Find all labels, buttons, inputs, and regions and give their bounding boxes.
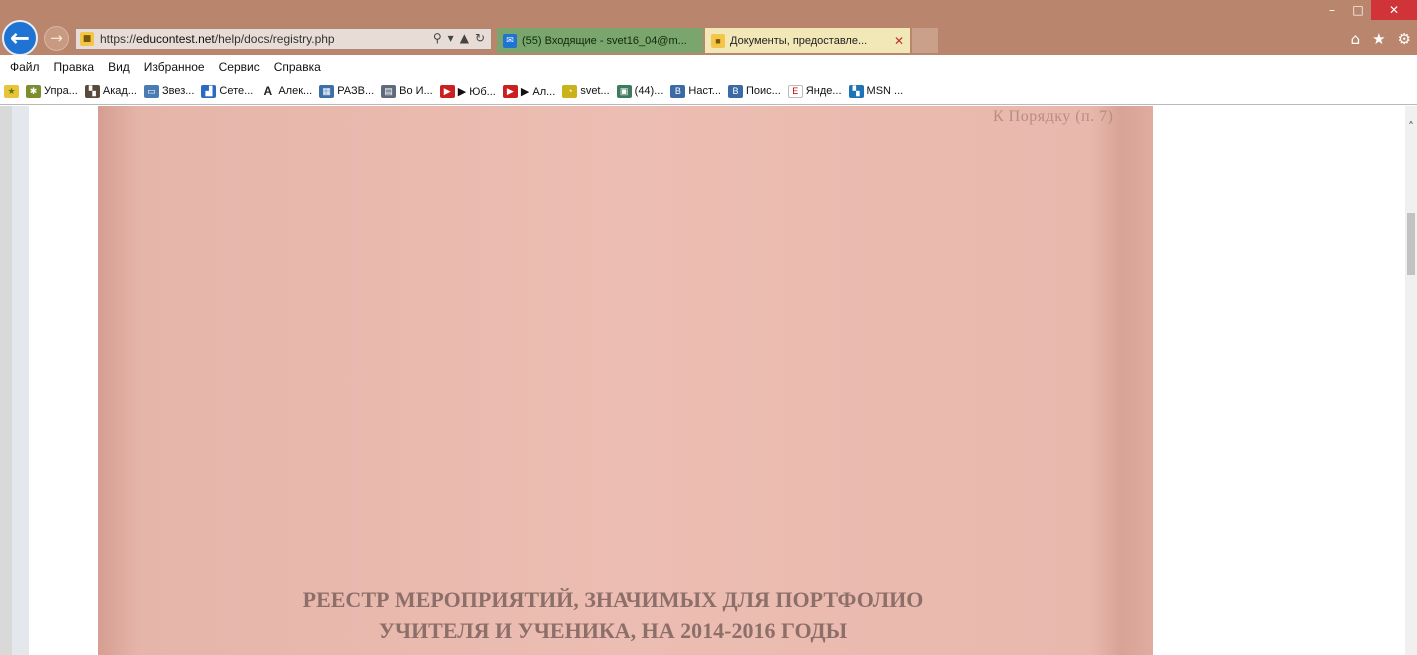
dropdown-icon[interactable]: ▾ (448, 31, 454, 45)
vk-icon: B (727, 84, 743, 98)
favorite-icon: ▟ (201, 84, 217, 98)
scanned-document-image: К Порядку (п. 7) РЕЕСТР МЕРОПРИЯТИЙ, ЗНА… (98, 106, 1153, 655)
favorite-link[interactable]: ▤ Во И... (381, 84, 433, 98)
menu-item-help[interactable]: Справка (274, 60, 321, 74)
favorite-link[interactable]: ▚ MSN ... (848, 84, 903, 98)
favorite-link[interactable]: B Наст... (670, 84, 721, 98)
back-arrow-icon[interactable]: ← (2, 20, 38, 56)
mail-tab-icon: ✉ (503, 33, 517, 48)
menu-bar: Файл Правка Вид Избранное Сервис Справка (0, 55, 1417, 78)
favorite-link[interactable]: A Алек... (260, 84, 312, 98)
forward-arrow-icon[interactable]: → (44, 26, 69, 51)
favorite-link[interactable]: E Янде... (787, 84, 842, 98)
favorite-link[interactable]: ▭ Звез... (143, 84, 194, 98)
tab-mail[interactable]: ✉ (55) Входящие - svet16_04@m... (497, 28, 703, 53)
vk-icon: B (670, 84, 686, 98)
favorite-icon: ▤ (381, 84, 397, 98)
msn-icon: ▚ (848, 84, 864, 98)
favorite-link[interactable]: ▟ Сете... (201, 84, 253, 98)
favorite-link[interactable]: ▶ ▶ Ал... (502, 84, 555, 98)
settings-gear-icon[interactable]: ⚙ (1398, 30, 1411, 48)
document-title-line-1: РЕЕСТР МЕРОПРИЯТИЙ, ЗНАЧИМЫХ ДЛЯ ПОРТФОЛ… (302, 587, 924, 612)
vertical-scrollbar[interactable]: ˄ (1405, 106, 1417, 655)
close-tab-icon[interactable]: ✕ (894, 34, 904, 48)
menu-item-edit[interactable]: Правка (54, 60, 95, 74)
favorite-icon: ▚ (84, 84, 100, 98)
tab-label: (55) Входящие - svet16_04@m... (522, 34, 687, 47)
yandex-icon: E (787, 84, 803, 98)
favorite-icon: A (260, 84, 276, 98)
left-gutter (0, 106, 12, 655)
new-tab-button[interactable] (912, 28, 938, 53)
favorite-link[interactable]: ▦ РАЗВ... (319, 84, 374, 98)
youtube-icon: ▶ (439, 84, 455, 98)
favorite-icon: ◔ (562, 84, 578, 98)
favorite-icon: ▣ (616, 84, 632, 98)
favorites-star-icon[interactable]: ★ (1372, 30, 1385, 48)
menu-item-file[interactable]: Файл (10, 60, 40, 74)
favorite-icon: ▦ (319, 84, 335, 98)
search-icon[interactable]: ⚲ (433, 31, 442, 45)
favorite-link[interactable]: ▣ (44)... (616, 84, 663, 98)
favorite-link[interactable]: ▚ Акад... (84, 84, 137, 98)
favorite-link[interactable]: ◔ svet... (562, 84, 610, 98)
favorite-link[interactable]: ▶ ▶ Юб... (439, 84, 496, 98)
tab-documents[interactable]: ■ Документы, предоставле... ✕ (705, 28, 910, 53)
url-text[interactable]: https://educontest.net/help/docs/registr… (100, 32, 335, 46)
favorite-icon: ✱ (26, 84, 41, 98)
close-window-icon[interactable]: ✕ (1371, 0, 1417, 20)
menu-item-tools[interactable]: Сервис (219, 60, 260, 74)
page-tab-icon: ■ (711, 33, 725, 48)
restore-icon[interactable]: □ (1345, 0, 1371, 20)
menu-item-favorites[interactable]: Избранное (144, 60, 205, 74)
window-controls: – □ ✕ (1319, 0, 1417, 20)
youtube-icon: ▶ (502, 84, 518, 98)
left-margin (29, 106, 49, 655)
tab-label: Документы, предоставле... (730, 34, 868, 47)
address-bar[interactable]: ■ https://educontest.net/help/docs/regis… (75, 28, 492, 50)
favorites-bar: ★ ✱ Упра... ▚ Акад... ▭ Звез... ▟ Сете... AА… (0, 78, 1417, 105)
page-content: К Порядку (п. 7) РЕЕСТР МЕРОПРИЯТИЙ, ЗНА… (0, 106, 1417, 655)
document-note: К Порядку (п. 7) (993, 108, 1114, 125)
left-strip (12, 106, 29, 655)
document-title-line-2: УЧИТЕЛЯ И УЧЕНИКА, НА 2014-2016 ГОДЫ (378, 618, 848, 643)
home-icon[interactable]: ⌂ (1351, 30, 1361, 48)
refresh-icon[interactable]: ↻ (475, 31, 485, 45)
favorite-link[interactable]: B Поис... (727, 84, 781, 98)
browser-toolbar: ← → ■ https://educontest.net/help/docs/r… (0, 0, 1417, 56)
scroll-up-arrow-icon[interactable]: ˄ (1405, 120, 1417, 134)
document-title: РЕЕСТР МЕРОПРИЯТИЙ, ЗНАЧИМЫХ ДЛЯ ПОРТФОЛ… (278, 584, 948, 646)
favorite-icon: ▭ (143, 84, 159, 98)
scroll-thumb[interactable] (1407, 213, 1415, 275)
minimize-icon[interactable]: – (1319, 0, 1345, 20)
lock-icon[interactable]: ▲ (460, 31, 469, 45)
favorite-link[interactable]: ✱ Упра... (26, 84, 78, 98)
favorites-add-icon[interactable]: ★ (4, 84, 19, 98)
menu-item-view[interactable]: Вид (108, 60, 130, 74)
site-favicon-icon: ■ (80, 32, 94, 46)
